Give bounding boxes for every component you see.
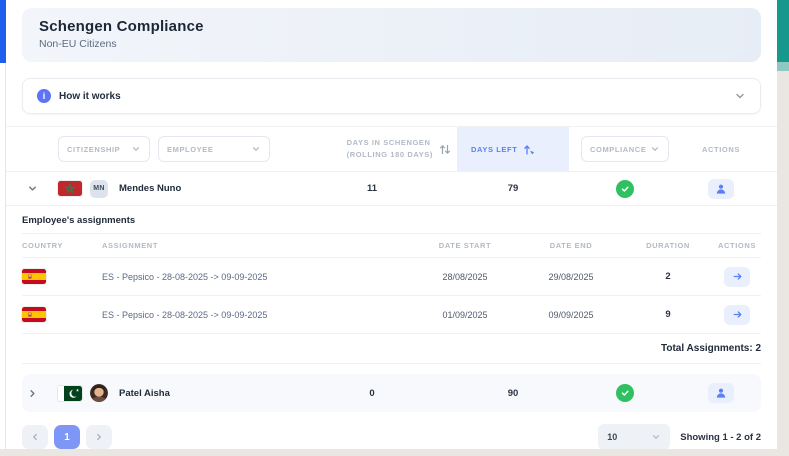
morocco-flag [58, 181, 82, 196]
column-days-in-schengen[interactable]: DAYS IN SCHENGEN (ROLLING 180 DAYS) [287, 137, 457, 160]
employee-name: Patel Aisha [119, 388, 170, 399]
duration-value: 2 [623, 271, 713, 282]
arrow-right-icon [732, 309, 743, 320]
employee-name: Mendes Nuno [119, 183, 181, 194]
assignment-row: ES - Pepsico - 28-08-2025 -> 09-09-2025 … [22, 258, 761, 296]
assignment-label: ES - Pepsico - 28-08-2025 -> 09-09-2025 [102, 272, 411, 282]
card-left-edge [5, 63, 6, 449]
next-page-button[interactable] [86, 425, 112, 449]
actions-column-label: ACTIONS [713, 241, 761, 250]
page-subtitle: Non-EU Citizens [39, 38, 744, 50]
chevron-down-icon [251, 144, 261, 154]
sort-ascending-icon[interactable] [523, 143, 535, 156]
days-left-value: 79 [457, 183, 569, 194]
date-end-value: 09/09/2025 [519, 310, 623, 320]
employee-filter-label: EMPLOYEE [167, 145, 213, 154]
employee-row[interactable]: Patel Aisha 0 90 [22, 374, 761, 412]
spain-flag [22, 269, 46, 284]
employee-filter[interactable]: EMPLOYEE [158, 136, 270, 162]
chevron-right-icon [94, 432, 104, 442]
teal-edge-accent [777, 0, 789, 62]
assignment-row: ES - Pepsico - 28-08-2025 -> 09-09-2025 … [22, 296, 761, 334]
assignment-label: ES - Pepsico - 28-08-2025 -> 09-09-2025 [102, 310, 411, 320]
person-icon [715, 183, 727, 195]
days-in-schengen-sublabel: (ROLLING 180 DAYS) [347, 149, 433, 161]
assignments-section: Employee's assignments COUNTRY ASSIGNMEN… [6, 206, 777, 364]
how-it-works-label: How it works [59, 91, 121, 102]
expand-row-toggle[interactable] [22, 383, 42, 403]
page-title: Schengen Compliance [39, 18, 744, 35]
citizenship-filter[interactable]: CITIZENSHIP [58, 136, 150, 162]
showing-results-label: Showing 1 - 2 of 2 [680, 432, 761, 443]
teal-edge-accent-light [777, 62, 789, 71]
how-it-works-panel[interactable]: i How it works [22, 78, 761, 114]
chevron-down-icon [650, 144, 660, 154]
assignments-header-row: COUNTRY ASSIGNMENT DATE START DATE END D… [22, 234, 761, 258]
pagination-bar: 1 10 Showing 1 - 2 of 2 [22, 424, 761, 450]
compliance-check-icon [616, 180, 634, 198]
total-assignments: Total Assignments: 2 [22, 334, 761, 364]
duration-value: 9 [623, 309, 713, 320]
arrow-right-icon [732, 271, 743, 282]
country-column-label: COUNTRY [22, 241, 102, 250]
days-in-schengen-label: DAYS IN SCHENGEN [347, 137, 433, 149]
column-days-left[interactable]: DAYS LEFT [457, 127, 569, 171]
avatar-initials: MN [90, 180, 108, 198]
info-icon: i [37, 89, 51, 103]
employee-photo-avatar [90, 384, 108, 402]
compliance-filter-label: COMPLIANCE [590, 145, 646, 154]
date-start-value: 01/09/2025 [411, 310, 519, 320]
table-header-row: CITIZENSHIP EMPLOYEE DAYS IN SCHENGEN (R… [6, 126, 777, 172]
page-background-edge [0, 449, 789, 456]
citizenship-filter-label: CITIZENSHIP [67, 145, 120, 154]
chevron-down-icon [27, 183, 38, 194]
compliance-filter[interactable]: COMPLIANCE [581, 136, 669, 162]
open-assignment-button[interactable] [724, 267, 750, 287]
employee-profile-button[interactable] [708, 179, 734, 199]
chevron-down-icon[interactable] [734, 90, 746, 102]
days-left-value: 90 [457, 388, 569, 399]
assignment-column-label: ASSIGNMENT [102, 241, 411, 250]
date-start-column-label: DATE START [411, 241, 519, 250]
chevron-down-icon [651, 432, 661, 442]
collapse-row-toggle[interactable] [22, 179, 42, 199]
main-card: Schengen Compliance Non-EU Citizens i Ho… [6, 0, 777, 449]
spain-flag [22, 307, 46, 322]
days-in-schengen-value: 11 [287, 183, 457, 194]
chevron-left-icon [30, 432, 40, 442]
blue-edge-accent [0, 0, 6, 63]
page-header: Schengen Compliance Non-EU Citizens [22, 8, 761, 62]
actions-column-label: ACTIONS [681, 145, 761, 154]
page-size-select[interactable]: 10 [598, 424, 670, 450]
days-left-label: DAYS LEFT [471, 145, 517, 154]
pakistan-flag [58, 386, 82, 401]
date-end-column-label: DATE END [519, 241, 623, 250]
open-assignment-button[interactable] [724, 305, 750, 325]
days-in-schengen-value: 0 [287, 388, 457, 399]
chevron-right-icon [27, 388, 38, 399]
person-icon [715, 387, 727, 399]
sort-icon[interactable] [439, 143, 451, 156]
date-end-value: 29/08/2025 [519, 272, 623, 282]
duration-column-label: DURATION [623, 241, 713, 250]
employee-profile-button[interactable] [708, 383, 734, 403]
assignments-title: Employee's assignments [22, 206, 761, 234]
page-size-value: 10 [607, 432, 617, 442]
compliance-check-icon [616, 384, 634, 402]
page-number-button[interactable]: 1 [54, 425, 80, 449]
previous-page-button[interactable] [22, 425, 48, 449]
employee-row[interactable]: MN Mendes Nuno 11 79 [6, 172, 777, 206]
date-start-value: 28/08/2025 [411, 272, 519, 282]
chevron-down-icon [131, 144, 141, 154]
